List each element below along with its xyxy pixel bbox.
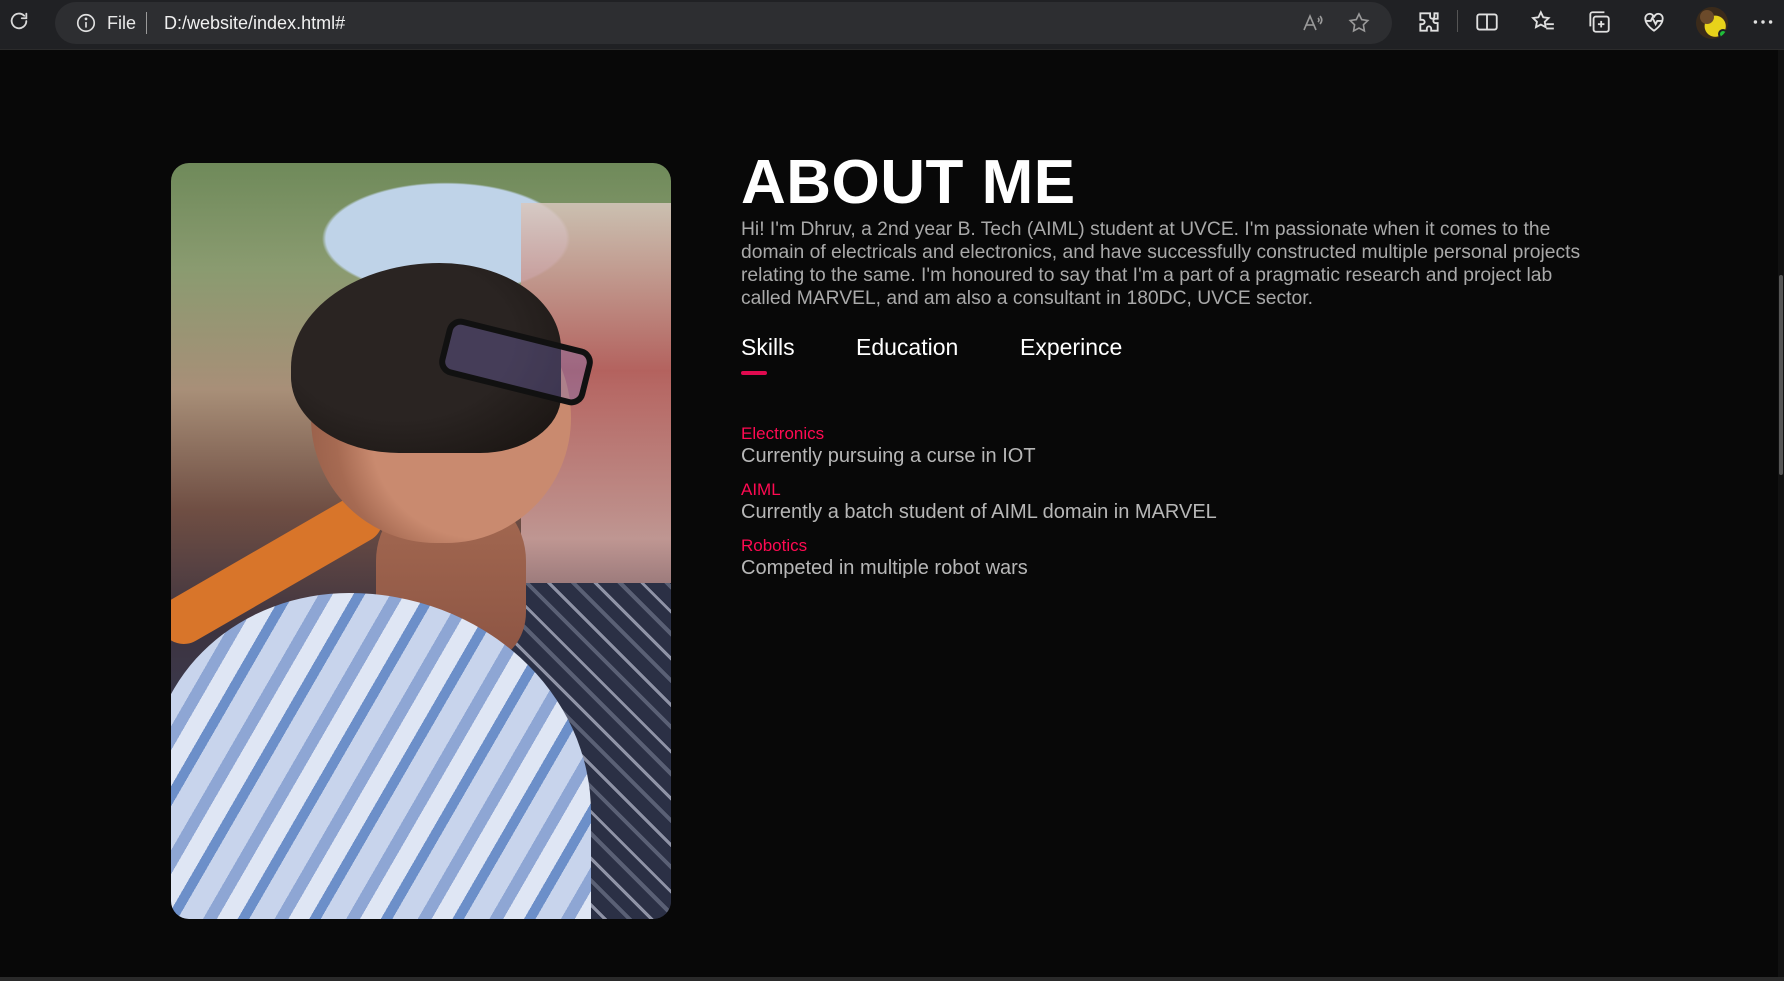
page-title: ABOUT ME bbox=[741, 148, 1076, 217]
list-item: Robotics Competed in multiple robot wars bbox=[741, 536, 1581, 580]
active-tab-indicator bbox=[741, 371, 767, 375]
profile-photo bbox=[171, 163, 671, 919]
address-separator bbox=[146, 12, 147, 34]
tab-education[interactable]: Education bbox=[856, 332, 958, 362]
scheme-label[interactable]: File bbox=[107, 12, 136, 34]
skill-name: Electronics bbox=[741, 424, 825, 443]
url-text[interactable]: D:/website/index.html# bbox=[164, 12, 345, 34]
collections-icon[interactable] bbox=[1586, 9, 1612, 35]
toolbar-separator bbox=[1457, 10, 1458, 32]
tab-experience[interactable]: Experince bbox=[1020, 332, 1122, 362]
window-bottom-edge bbox=[0, 977, 1784, 981]
about-section: ABOUT ME Hi! I'm Dhruv, a 2nd year B. Te… bbox=[741, 148, 1581, 592]
tab-skills[interactable]: Skills bbox=[741, 332, 795, 362]
skill-description: Currently a batch student of AIML domain… bbox=[741, 501, 1217, 523]
skill-description: Competed in multiple robot wars bbox=[741, 557, 1028, 579]
scrollbar-thumb[interactable] bbox=[1779, 275, 1783, 475]
tab-bar: Skills Education Experince bbox=[741, 332, 1581, 392]
intro-paragraph: Hi! I'm Dhruv, a 2nd year B. Tech (AIML)… bbox=[741, 219, 1581, 309]
favorite-star-icon[interactable] bbox=[1347, 11, 1371, 35]
read-aloud-icon[interactable] bbox=[1301, 11, 1325, 35]
more-icon[interactable] bbox=[1750, 9, 1776, 35]
page-body: ABOUT ME Hi! I'm Dhruv, a 2nd year B. Te… bbox=[0, 50, 1784, 981]
browser-toolbar: File D:/website/index.html# bbox=[0, 0, 1784, 50]
skill-name: AIML bbox=[741, 480, 781, 499]
split-screen-icon[interactable] bbox=[1474, 9, 1500, 35]
skill-name: Robotics bbox=[741, 536, 808, 555]
browser-essentials-icon[interactable] bbox=[1641, 9, 1667, 35]
profile-avatar[interactable] bbox=[1696, 7, 1728, 39]
list-item: AIML Currently a batch student of AIML d… bbox=[741, 480, 1581, 524]
list-item: Electronics Currently pursuing a curse i… bbox=[741, 424, 1581, 468]
favorites-icon[interactable] bbox=[1530, 9, 1556, 35]
refresh-icon[interactable] bbox=[6, 8, 32, 34]
skill-description: Currently pursuing a curse in IOT bbox=[741, 445, 1036, 467]
extensions-icon[interactable] bbox=[1416, 9, 1442, 35]
status-dot bbox=[1718, 29, 1728, 39]
info-icon[interactable] bbox=[75, 12, 97, 34]
address-bar[interactable]: File D:/website/index.html# bbox=[55, 2, 1392, 44]
skills-list: Electronics Currently pursuing a curse i… bbox=[741, 424, 1581, 580]
page-scrollbar[interactable] bbox=[1778, 50, 1784, 981]
